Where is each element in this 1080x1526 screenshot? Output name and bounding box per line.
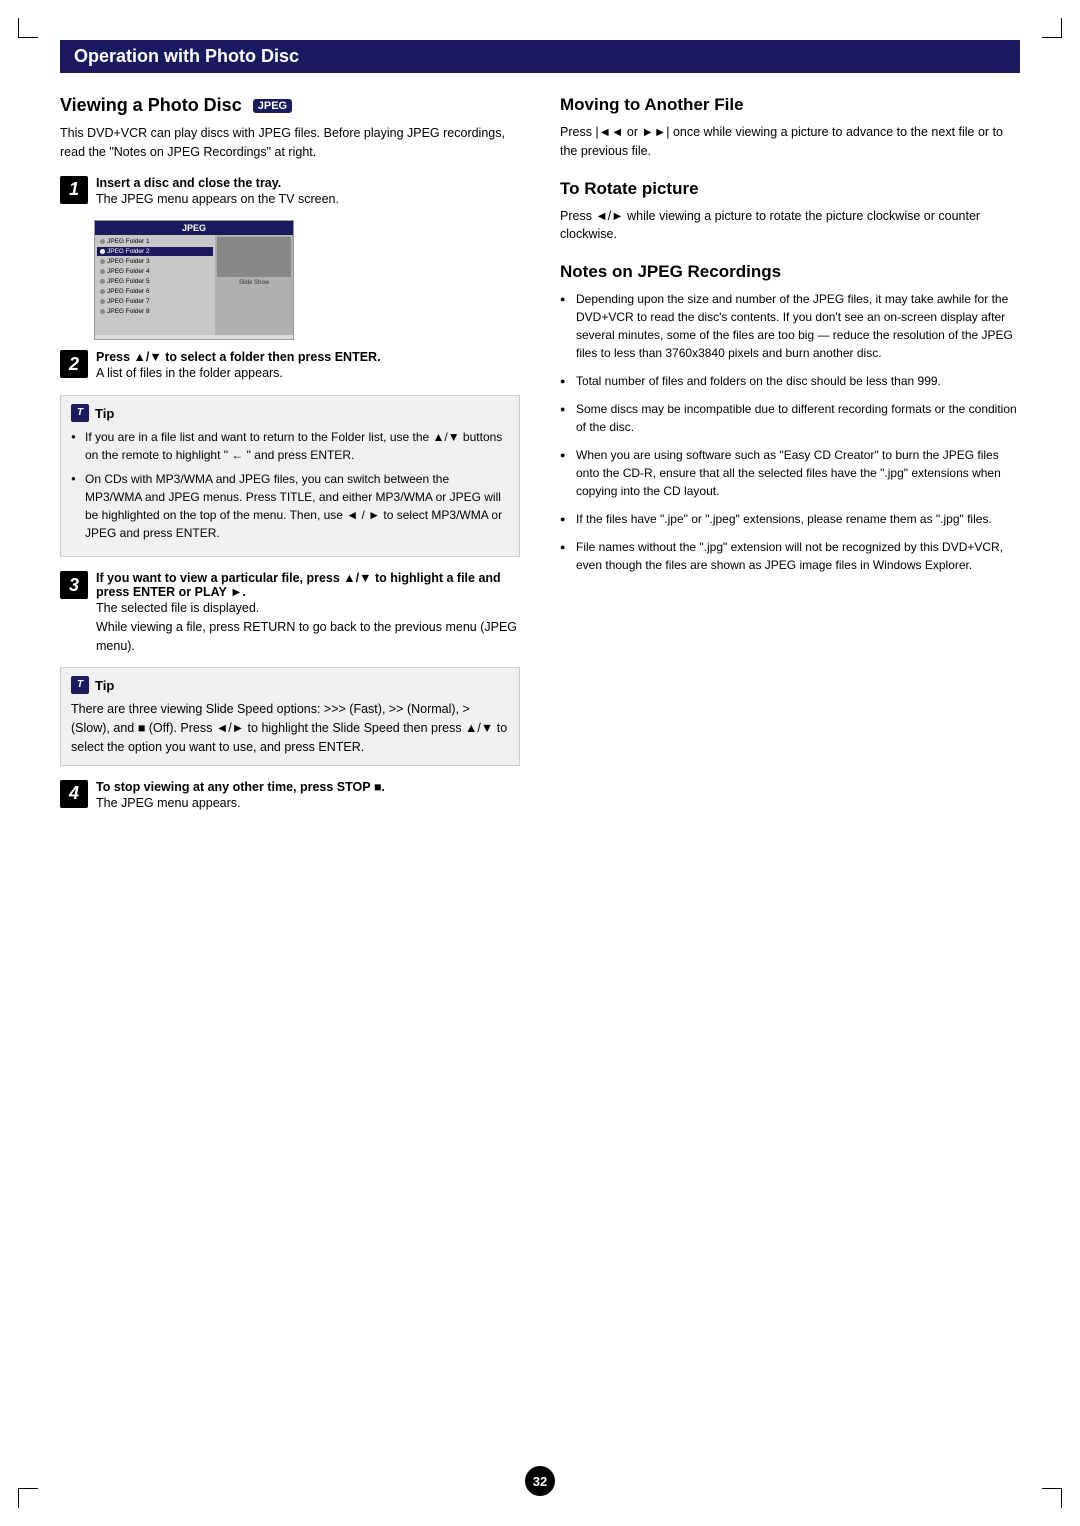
note-item-2: Total number of files and folders on the… bbox=[560, 372, 1020, 390]
notes-list: Depending upon the size and number of th… bbox=[560, 290, 1020, 574]
menu-item-8: JPEG Folder 8 bbox=[97, 307, 213, 316]
menu-item-3: JPEG Folder 3 bbox=[97, 257, 213, 266]
note-item-6: File names without the ".jpg" extension … bbox=[560, 538, 1020, 574]
step-1-content: Insert a disc and close the tray. The JP… bbox=[96, 176, 520, 209]
note-item-4: When you are using software such as "Eas… bbox=[560, 446, 1020, 500]
notes-title: Notes on JPEG Recordings bbox=[560, 262, 1020, 282]
step-4-bold: To stop viewing at any other time, press… bbox=[96, 780, 520, 794]
step-1: 1 Insert a disc and close the tray. The … bbox=[60, 176, 520, 209]
corner-mark-bl bbox=[18, 1488, 38, 1508]
jpeg-badge: JPEG bbox=[253, 99, 292, 113]
step-2: 2 Press ▲/▼ to select a folder then pres… bbox=[60, 350, 520, 383]
step-4-number: 4 bbox=[60, 780, 88, 808]
tip-icon-1: T bbox=[71, 404, 89, 422]
tip-2-label: Tip bbox=[95, 678, 114, 693]
section-header: Operation with Photo Disc bbox=[60, 40, 1020, 73]
note-item-5: If the files have ".jpe" or ".jpeg" exte… bbox=[560, 510, 1020, 528]
rotate-text: Press ◄/► while viewing a picture to rot… bbox=[560, 207, 1020, 245]
menu-item-7: JPEG Folder 7 bbox=[97, 297, 213, 306]
menu-item-4: JPEG Folder 4 bbox=[97, 267, 213, 276]
viewing-title-text: Viewing a Photo Disc bbox=[60, 95, 242, 115]
step-3-content: If you want to view a particular file, p… bbox=[96, 571, 520, 655]
tip-2-text: There are three viewing Slide Speed opti… bbox=[71, 700, 509, 756]
step-2-text: A list of files in the folder appears. bbox=[96, 364, 520, 383]
left-section-title: Viewing a Photo Disc JPEG bbox=[60, 95, 520, 116]
jpeg-menu-screenshot: JPEG JPEG Folder 1 JPEG Folder 2 JPEG Fo… bbox=[94, 220, 294, 340]
left-column: Viewing a Photo Disc JPEG This DVD+VCR c… bbox=[60, 95, 520, 824]
step-1-number: 1 bbox=[60, 176, 88, 204]
menu-item-5: JPEG Folder 5 bbox=[97, 277, 213, 286]
menu-item-6: JPEG Folder 6 bbox=[97, 287, 213, 296]
menu-body: JPEG Folder 1 JPEG Folder 2 JPEG Folder … bbox=[95, 235, 293, 335]
two-col-layout: Viewing a Photo Disc JPEG This DVD+VCR c… bbox=[60, 95, 1020, 824]
step-4-content: To stop viewing at any other time, press… bbox=[96, 780, 520, 813]
tip-1-item-1: If you are in a file list and want to re… bbox=[71, 428, 509, 464]
menu-folder-list: JPEG Folder 1 JPEG Folder 2 JPEG Folder … bbox=[95, 235, 215, 335]
right-column: Moving to Another File Press |◄◄ or ►►| … bbox=[560, 95, 1020, 824]
rotate-title: To Rotate picture bbox=[560, 179, 1020, 199]
moving-text: Press |◄◄ or ►►| once while viewing a pi… bbox=[560, 123, 1020, 161]
moving-title: Moving to Another File bbox=[560, 95, 1020, 115]
tip-1-item-2: On CDs with MP3/WMA and JPEG files, you … bbox=[71, 470, 509, 542]
step-4: 4 To stop viewing at any other time, pre… bbox=[60, 780, 520, 813]
step-2-bold: Press ▲/▼ to select a folder then press … bbox=[96, 350, 520, 364]
menu-title-bar: JPEG bbox=[95, 221, 293, 235]
step-3-text: The selected file is displayed. While vi… bbox=[96, 599, 520, 655]
menu-item-1: JPEG Folder 1 bbox=[97, 237, 213, 246]
corner-mark-tl bbox=[18, 18, 38, 38]
tip-1-header: T Tip bbox=[71, 404, 509, 422]
step-1-bold: Insert a disc and close the tray. bbox=[96, 176, 520, 190]
section-header-text: Operation with Photo Disc bbox=[74, 46, 299, 66]
step-3-bold: If you want to view a particular file, p… bbox=[96, 571, 520, 599]
note-item-3: Some discs may be incompatible due to di… bbox=[560, 400, 1020, 436]
step-3-number: 3 bbox=[60, 571, 88, 599]
menu-preview-panel: Slide Show bbox=[215, 235, 293, 335]
step-2-content: Press ▲/▼ to select a folder then press … bbox=[96, 350, 520, 383]
step-3: 3 If you want to view a particular file,… bbox=[60, 571, 520, 655]
tip-icon-2: T bbox=[71, 676, 89, 694]
page-container: Operation with Photo Disc Viewing a Phot… bbox=[0, 0, 1080, 1526]
corner-mark-br bbox=[1042, 1488, 1062, 1508]
corner-mark-tr bbox=[1042, 18, 1062, 38]
menu-item-2: JPEG Folder 2 bbox=[97, 247, 213, 256]
tip-1-list: If you are in a file list and want to re… bbox=[71, 428, 509, 542]
page-number: 32 bbox=[525, 1466, 555, 1496]
note-item-1: Depending upon the size and number of th… bbox=[560, 290, 1020, 362]
page-number-text: 32 bbox=[533, 1474, 547, 1489]
tip-1-label: Tip bbox=[95, 406, 114, 421]
tip-2-header: T Tip bbox=[71, 676, 509, 694]
intro-text: This DVD+VCR can play discs with JPEG fi… bbox=[60, 124, 520, 162]
step-4-text: The JPEG menu appears. bbox=[96, 794, 520, 813]
step-2-number: 2 bbox=[60, 350, 88, 378]
tip-box-1: T Tip If you are in a file list and want… bbox=[60, 395, 520, 557]
step-1-text: The JPEG menu appears on the TV screen. bbox=[96, 190, 520, 209]
tip-box-2: T Tip There are three viewing Slide Spee… bbox=[60, 667, 520, 765]
